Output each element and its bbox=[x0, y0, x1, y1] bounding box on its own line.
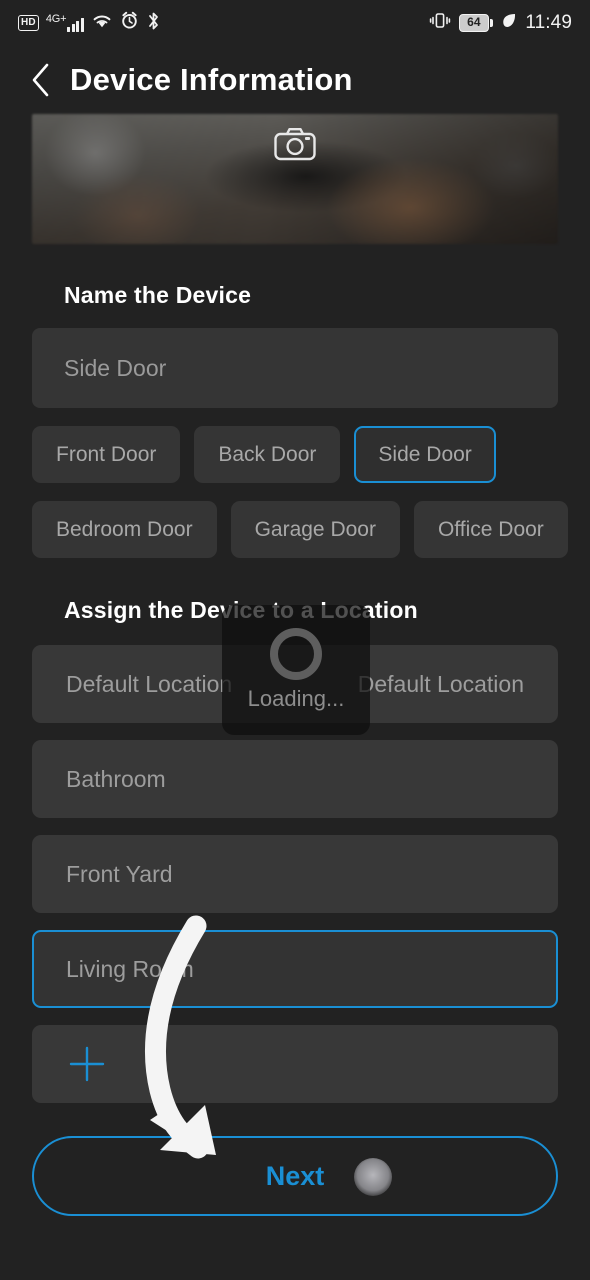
alarm-clock-icon bbox=[120, 11, 139, 35]
hd-icon: HD bbox=[18, 15, 39, 31]
clock-time: 11:49 bbox=[525, 12, 572, 33]
location-row-bathroom[interactable]: Bathroom bbox=[32, 740, 558, 818]
device-name-input[interactable] bbox=[32, 328, 558, 408]
spinner-ring-icon bbox=[270, 628, 322, 680]
next-button[interactable]: Next bbox=[32, 1136, 558, 1216]
location-label-right: Default Location bbox=[357, 670, 524, 697]
chevron-left-icon[interactable] bbox=[28, 60, 54, 100]
vibrate-icon bbox=[429, 11, 451, 35]
app-header: Device Information bbox=[0, 46, 590, 114]
name-suggestion-row-1: Front Door Back Door Side Door bbox=[32, 426, 558, 483]
plus-icon bbox=[66, 1043, 108, 1085]
location-row-living-room[interactable]: Living Room bbox=[32, 930, 558, 1008]
location-label-left: Default Location bbox=[66, 670, 233, 697]
chip-bedroom-door[interactable]: Bedroom Door bbox=[32, 501, 217, 558]
location-label: Living Room bbox=[66, 955, 194, 982]
signal-bars-glyph bbox=[67, 17, 84, 32]
photo-overlay-gradient bbox=[32, 114, 558, 244]
add-location-row[interactable] bbox=[32, 1025, 558, 1103]
status-bar: HD 4G+ 64 11:49 bbox=[0, 0, 590, 46]
chip-back-door[interactable]: Back Door bbox=[194, 426, 341, 483]
location-label: Front Yard bbox=[66, 860, 173, 887]
page-title: Device Information bbox=[70, 62, 353, 97]
device-photo-banner[interactable] bbox=[32, 114, 558, 244]
chip-front-door[interactable]: Front Door bbox=[32, 426, 181, 483]
location-label: Bathroom bbox=[66, 765, 166, 792]
signal-bars-icon: 4G+ bbox=[46, 14, 84, 32]
chip-office-door[interactable]: Office Door bbox=[413, 501, 568, 558]
chip-side-door[interactable]: Side Door bbox=[354, 426, 496, 483]
status-bar-left: HD 4G+ bbox=[18, 11, 161, 36]
wifi-icon bbox=[91, 12, 113, 34]
device-information-screen: HD 4G+ 64 11:49 Device Information Name … bbox=[0, 0, 590, 1280]
location-row-front-yard[interactable]: Front Yard bbox=[32, 835, 558, 913]
leaf-eco-icon bbox=[501, 12, 517, 34]
name-suggestion-row-2: Bedroom Door Garage Door Office Door bbox=[32, 501, 568, 558]
battery-icon: 64 bbox=[458, 14, 494, 32]
battery-level-label: 64 bbox=[458, 14, 489, 32]
network-type-label: 4G+ bbox=[45, 13, 67, 25]
loading-text: Loading... bbox=[247, 686, 345, 711]
loading-overlay: Loading... bbox=[222, 605, 370, 735]
status-bar-right: 64 11:49 bbox=[429, 11, 572, 35]
bluetooth-icon bbox=[146, 11, 161, 36]
name-section-heading: Name the Device bbox=[64, 282, 252, 308]
chip-garage-door[interactable]: Garage Door bbox=[230, 501, 400, 558]
